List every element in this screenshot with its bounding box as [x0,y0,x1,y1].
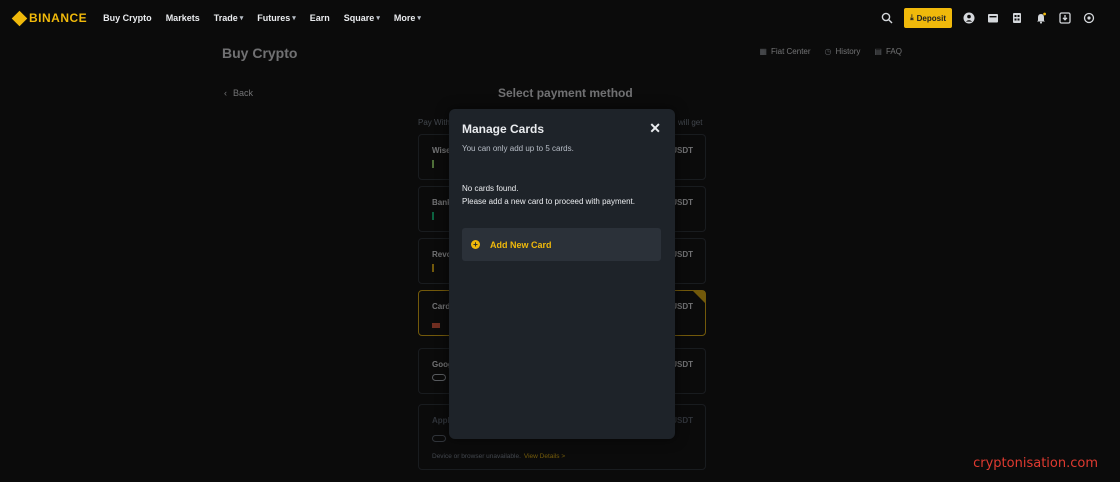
brand-name: BINANCE [29,11,88,25]
nav-more[interactable]: More ▾ [394,13,421,23]
history-icon: ◷ [824,47,832,56]
top-nav: BINANCE Buy Crypto Markets Trade ▾ Future… [0,0,1120,36]
manage-cards-modal: Manage Cards ✕ You can only add up to 5 … [449,109,675,439]
view-details-link[interactable]: View Details > [524,453,565,460]
add-card-label: Add New Card [490,239,552,250]
note-text: Device or browser unavailable. [432,453,521,460]
wise-icon [432,160,434,168]
revolut-icon [432,264,434,272]
google-pay-icon [432,374,446,381]
nav-label: Futures [257,13,291,23]
nav-label: Square [343,13,375,23]
history-link[interactable]: ◷ History [825,47,861,56]
selected-corner-icon [693,291,705,303]
empty-state-title: No cards found. [462,184,519,193]
method-label: Wise [432,146,451,155]
nav-square[interactable]: Square ▾ [344,13,380,23]
add-new-card-button[interactable]: + Add New Card [462,228,661,261]
back-label: Back [233,88,254,98]
nav-earn[interactable]: Earn [310,13,330,23]
back-link[interactable]: ‹ Back [224,88,253,98]
download-app-icon[interactable] [1058,11,1072,25]
watermark: cryptonisation.com [973,456,1098,471]
chevron-down-icon: ▾ [417,15,421,22]
link-label: History [835,47,861,56]
nav-label: Markets [165,13,200,23]
unavailable-note: Device or browser unavailable. View Detai… [432,453,565,460]
faq-link[interactable]: ▤ FAQ [874,47,902,56]
download-icon: ⤓ [910,13,914,22]
binance-logo[interactable]: BINANCE [11,10,88,26]
mastercard-icon [432,323,440,328]
nav-label: Trade [213,13,238,23]
modal-subtitle: You can only add up to 5 cards. [462,144,574,153]
apple-pay-icon [432,435,446,442]
close-icon[interactable]: ✕ [649,120,661,137]
nav-futures[interactable]: Futures ▾ [257,13,296,23]
chevron-down-icon: ▾ [239,15,244,22]
deposit-label: Deposit [916,13,946,23]
chevron-down-icon: ▾ [292,15,296,22]
nav-label: Earn [309,13,330,23]
page-title: Buy Crypto [222,45,298,61]
nav-right-tools: ⤓ Deposit [880,8,1096,28]
bank-icon [432,212,434,220]
empty-state-message: Please add a new card to proceed with pa… [462,197,635,206]
chevron-down-icon: ▾ [376,15,380,22]
orders-icon[interactable] [1010,11,1024,25]
grid-icon: ▦ [759,47,767,56]
wallet-icon[interactable] [986,11,1000,25]
link-label: Fiat Center [770,47,811,56]
settings-icon[interactable] [1082,11,1096,25]
fiat-center-link[interactable]: ▦ Fiat Center [759,47,810,56]
nav-trade[interactable]: Trade ▾ [214,13,244,23]
search-icon[interactable] [880,11,894,25]
plus-circle-icon: + [471,240,480,249]
bell-icon[interactable] [1034,11,1048,25]
faq-icon: ▤ [874,47,882,56]
chevron-left-icon: ‹ [224,88,227,98]
will-get-label: will get [678,118,703,127]
link-label: FAQ [885,47,902,56]
binance-logo-icon [11,10,28,26]
page-links: ▦ Fiat Center ◷ History ▤ FAQ [759,47,902,56]
pay-with-label: Pay With [418,118,451,127]
nav-label: Buy Crypto [103,13,152,23]
nav-label: More [393,13,416,23]
profile-icon[interactable] [962,11,976,25]
section-title: Select payment method [498,86,633,100]
modal-title: Manage Cards [462,122,545,136]
method-label: Appl [432,416,450,425]
method-label: Card [432,302,451,311]
nav-markets[interactable]: Markets [166,13,200,23]
nav-buy-crypto[interactable]: Buy Crypto [103,13,152,23]
deposit-button[interactable]: ⤓ Deposit [904,8,952,28]
